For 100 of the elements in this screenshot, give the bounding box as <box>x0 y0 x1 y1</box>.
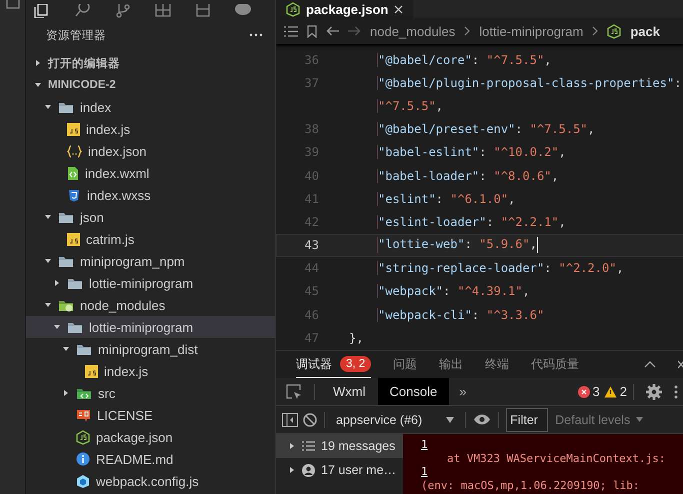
cloud-icon[interactable] <box>234 4 252 18</box>
settings-icon[interactable] <box>646 384 662 400</box>
tree-item[interactable]: index.wxss <box>26 184 275 206</box>
hexagon-icon <box>607 24 622 38</box>
line-number: 43 <box>304 238 319 252</box>
editor-tab[interactable]: package.json <box>276 0 414 18</box>
breadcrumb[interactable]: lottie-miniprogram <box>479 24 584 38</box>
search-icon[interactable] <box>74 4 92 18</box>
code-line: "@babel/preset-env": "^7.5.5", <box>377 122 595 136</box>
js-file-icon <box>67 232 80 246</box>
folder-icon <box>58 100 74 114</box>
chevron-up-icon[interactable] <box>644 361 656 368</box>
kebab-icon[interactable] <box>674 384 678 398</box>
warning-icon <box>604 386 617 398</box>
code-line: "webpack": "^4.39.1", <box>377 284 530 298</box>
tree-item[interactable]: index.js <box>26 360 275 382</box>
tree-item[interactable]: src <box>26 382 275 404</box>
caret-icon <box>288 442 296 450</box>
hexagon-icon <box>286 2 300 16</box>
code-file-icon <box>67 166 79 180</box>
folder-icon <box>76 342 92 356</box>
inspect-icon[interactable] <box>286 384 302 400</box>
folder-icon <box>58 298 74 312</box>
close-icon[interactable] <box>678 360 683 369</box>
tree-item[interactable]: catrim.js <box>26 228 275 250</box>
breadcrumb[interactable]: pack <box>630 24 660 38</box>
braces-icon <box>67 144 82 158</box>
line-number: 36 <box>304 52 319 67</box>
bookmark-icon[interactable] <box>307 24 317 38</box>
user-icon <box>302 464 315 476</box>
tree-item[interactable]: lottie-miniprogram <box>26 272 275 294</box>
tree-item[interactable]: json <box>26 206 275 228</box>
code-line: "babel-loader": "^8.0.6", <box>377 168 559 183</box>
code-line: "eslint": "^6.1.0", <box>377 192 516 206</box>
breadcrumb[interactable]: node_modules <box>370 24 456 38</box>
error-icon <box>578 386 590 398</box>
chevron-icon <box>464 26 470 36</box>
tree-item[interactable]: node_modules <box>26 294 275 316</box>
chevron-icon <box>592 26 598 36</box>
panel-title: 资源管理器 <box>46 28 106 42</box>
clear-icon[interactable] <box>303 412 317 426</box>
filter-field[interactable]: Filter <box>506 408 548 432</box>
tree-item[interactable]: index.wxml <box>26 162 275 184</box>
error-count: 3 <box>592 384 600 399</box>
folder-icon <box>67 276 83 290</box>
panel-tab[interactable]: 输出 <box>439 351 464 378</box>
count-badge: 3, 2 <box>340 356 372 372</box>
code-line: "webpack-cli": "^3.3.6" <box>377 308 544 322</box>
tree-item[interactable]: miniprogram_dist <box>26 338 275 360</box>
devtools-tab[interactable]: Console <box>378 378 450 405</box>
folder-icon <box>58 254 74 268</box>
folder-icon <box>67 320 83 334</box>
tree-item[interactable]: README.md <box>26 448 275 470</box>
js-file-icon <box>67 122 80 136</box>
console-filter-item[interactable]: 19 messages <box>276 434 403 458</box>
console-filter-item[interactable]: 17 user me… <box>276 458 403 482</box>
section-header[interactable]: MINICODE-2 <box>26 74 275 96</box>
line-number: 38 <box>304 122 319 136</box>
tree-item[interactable]: webpack.config.js <box>26 470 275 492</box>
branch-icon[interactable] <box>114 4 132 18</box>
code-line: "lottie-web": "5.9.6", <box>377 237 538 254</box>
tree-item[interactable]: LICENSE <box>26 404 275 426</box>
tree-item[interactable]: index.js <box>26 118 275 140</box>
code-line: "@babel/plugin-proposal-class-properties": <box>377 76 682 90</box>
warning-count: 2 <box>620 384 627 399</box>
list-icon[interactable] <box>284 26 298 36</box>
line-number: 44 <box>304 261 319 276</box>
line-number: 41 <box>304 192 319 206</box>
back-arrow-icon[interactable] <box>326 26 339 36</box>
line-number: 39 <box>304 145 319 160</box>
line-number: 37 <box>304 76 319 90</box>
tree-item[interactable]: package.json <box>26 426 275 448</box>
code-line: }, <box>349 330 364 345</box>
panel-tab[interactable]: 终端 <box>485 351 510 378</box>
tree-item[interactable]: lottie-miniprogram <box>26 316 275 338</box>
tree-item[interactable]: index.json <box>26 140 275 162</box>
section-header[interactable]: 打开的编辑器 <box>26 52 275 74</box>
panel-tab[interactable]: 问题 <box>393 351 418 378</box>
sidebar-toggle-icon[interactable] <box>282 412 298 426</box>
cube-icon <box>76 474 90 488</box>
more-icon[interactable] <box>249 33 263 37</box>
more-tabs-button[interactable]: » <box>449 384 476 399</box>
tree-item[interactable]: miniprogram_npm <box>26 250 275 272</box>
source-link[interactable]: 1 <box>421 438 428 451</box>
folder-icon <box>58 210 74 224</box>
code-line: "@babel/core": "^7.5.5", <box>377 52 552 67</box>
panel-tab[interactable]: 代码质量 <box>531 351 580 378</box>
tree-item[interactable]: index <box>26 96 275 118</box>
license-icon <box>76 408 91 422</box>
line-number: 47 <box>304 330 319 345</box>
code-line: "eslint-loader": "^2.2.1", <box>377 214 566 229</box>
grid-icon[interactable] <box>154 4 172 18</box>
source-link[interactable]: 1 <box>421 465 428 478</box>
close-icon[interactable] <box>394 4 404 14</box>
css-icon <box>67 188 81 202</box>
window-icon[interactable] <box>6 0 20 10</box>
context-dropdown[interactable]: appservice (#6) <box>332 412 458 426</box>
eye-icon[interactable] <box>473 414 492 425</box>
window-icon[interactable] <box>194 4 212 18</box>
devtools-tab[interactable]: Wxml <box>321 378 378 405</box>
